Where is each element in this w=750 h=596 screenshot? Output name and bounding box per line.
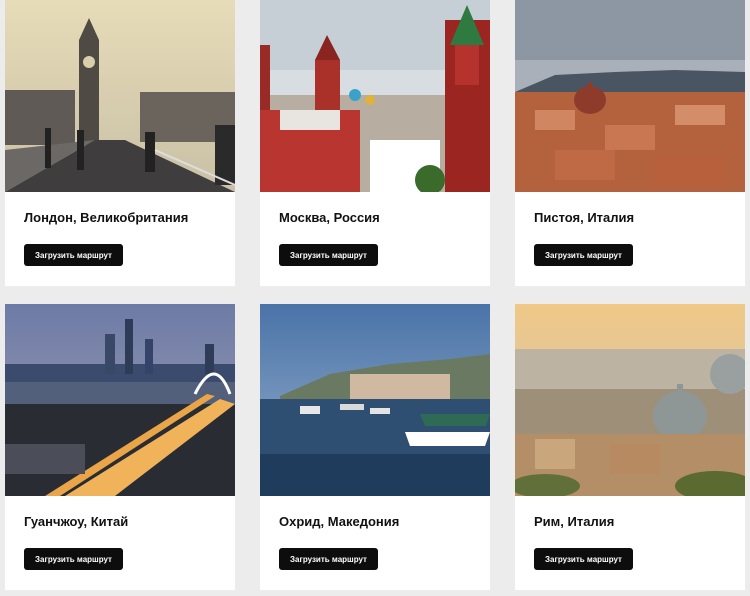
load-route-button[interactable]: Загрузить маршрут [24, 548, 123, 570]
ohrid-photo[interactable] [260, 304, 490, 496]
london-image [5, 0, 235, 192]
destination-card-guangzhou: Гуанчжоу, Китай Загрузить маршрут [5, 304, 235, 590]
city-name: Гуанчжоу, Китай [24, 514, 129, 529]
load-route-button[interactable]: Загрузить маршрут [279, 548, 378, 570]
load-route-button[interactable]: Загрузить маршрут [24, 244, 123, 266]
destination-card-ohrid: Охрид, Македония Загрузить маршрут [260, 304, 490, 590]
load-route-button[interactable]: Загрузить маршрут [534, 244, 633, 266]
pistoia-image [515, 0, 745, 192]
guangzhou-image [5, 304, 235, 496]
destination-card-london: Лондон, Великобритания Загрузить маршрут [5, 0, 235, 286]
rome-image [515, 304, 745, 496]
destination-card-rome: Рим, Италия Загрузить маршрут [515, 304, 745, 590]
load-route-button[interactable]: Загрузить маршрут [279, 244, 378, 266]
destination-card-moscow: Москва, Россия Загрузить маршрут [260, 0, 490, 286]
moscow-image [260, 0, 490, 192]
city-name: Рим, Италия [534, 514, 615, 529]
moscow-photo[interactable] [260, 0, 490, 192]
guangzhou-photo[interactable] [5, 304, 235, 496]
ohrid-image [260, 304, 490, 496]
city-name: Москва, Россия [279, 210, 380, 225]
destination-card-pistoia: Пистоя, Италия Загрузить маршрут [515, 0, 745, 286]
london-photo[interactable] [5, 0, 235, 192]
city-name: Лондон, Великобритания [24, 210, 189, 225]
pistoia-photo[interactable] [515, 0, 745, 192]
city-name: Пистоя, Италия [534, 210, 635, 225]
rome-photo[interactable] [515, 304, 745, 496]
load-route-button[interactable]: Загрузить маршрут [534, 548, 633, 570]
city-name: Охрид, Македония [279, 514, 400, 529]
